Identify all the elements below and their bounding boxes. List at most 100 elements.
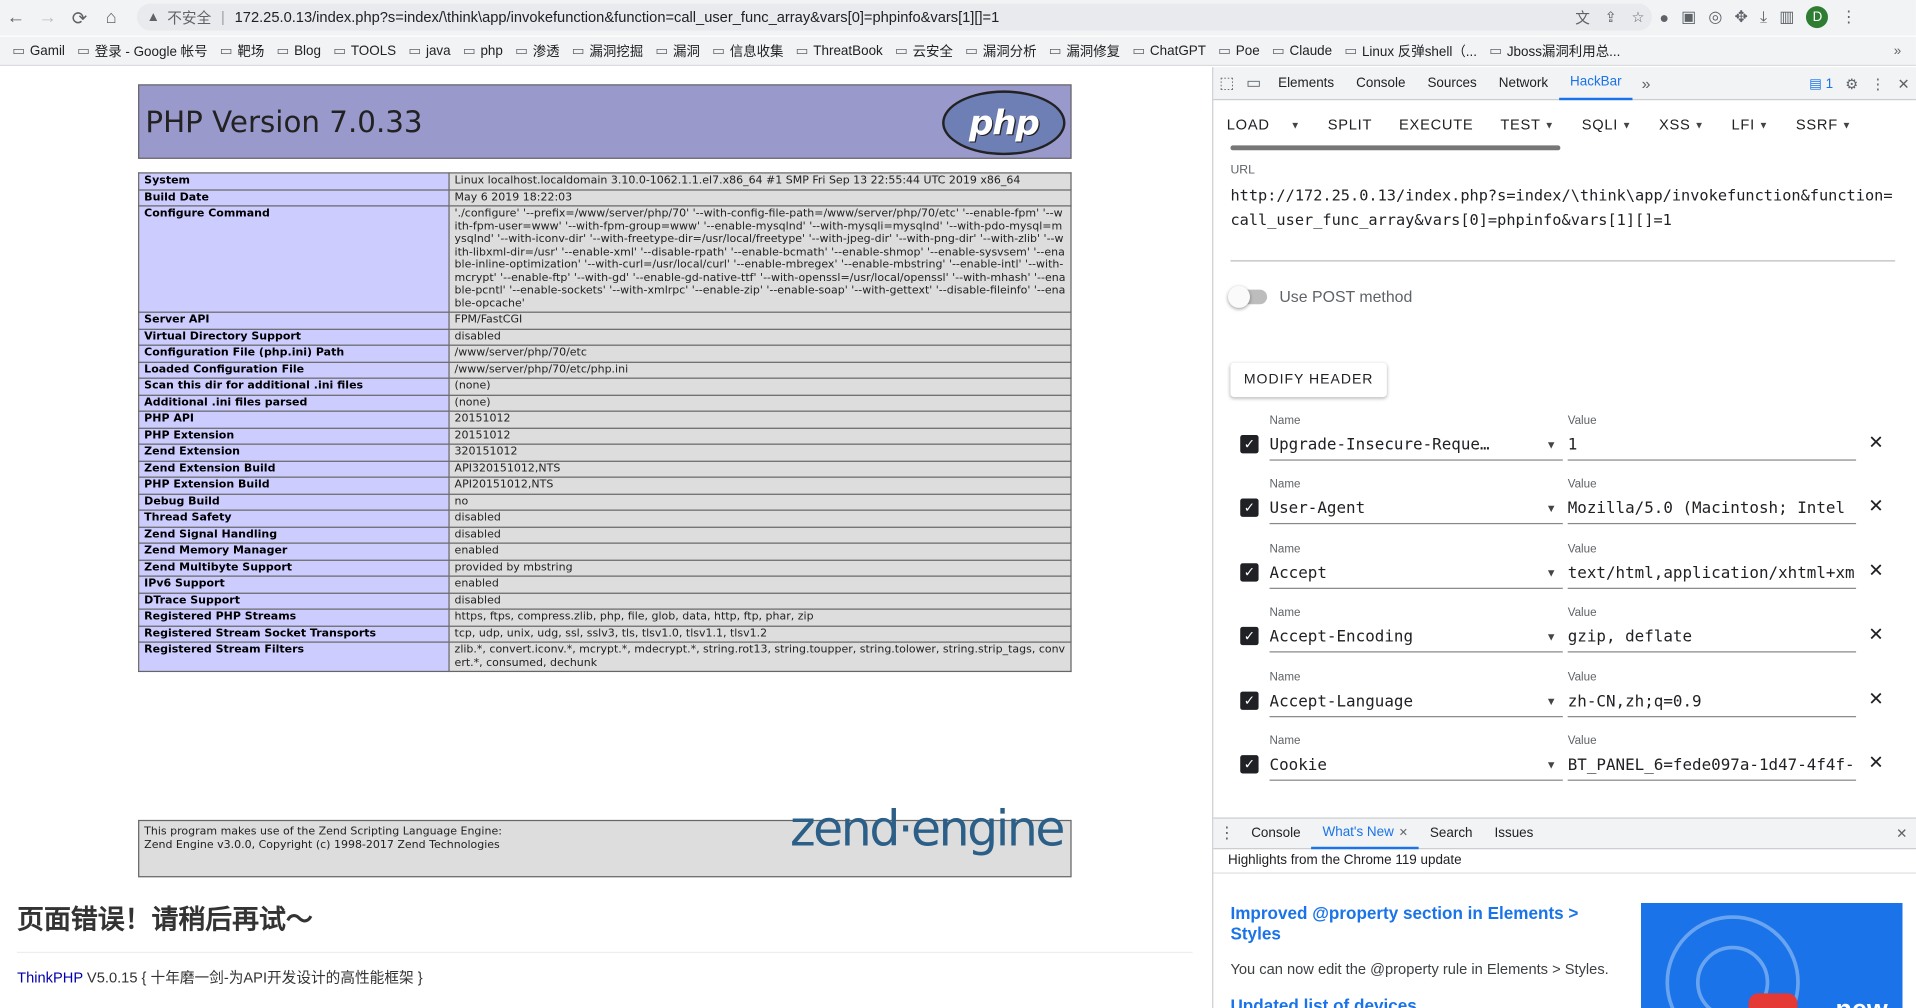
bookmark-item[interactable]: ▭ 云安全 xyxy=(895,41,953,61)
more-kebab-icon[interactable]: ⋮ xyxy=(1871,75,1886,92)
share-icon[interactable]: ⇪ xyxy=(1605,9,1617,26)
close-drawer-icon[interactable]: ✕ xyxy=(1896,825,1907,842)
caret-down-icon[interactable]: ▼ xyxy=(1622,119,1632,130)
feature-devices-link[interactable]: Updated list of devices xyxy=(1230,996,1416,1008)
header-name-dropdown-icon[interactable]: ▼ xyxy=(1546,503,1557,515)
caret-down-icon[interactable]: ▼ xyxy=(1544,119,1554,130)
drawer-tab-console[interactable]: Console xyxy=(1240,817,1311,849)
toggle-knob[interactable] xyxy=(1228,285,1251,308)
header-enabled-checkbox[interactable]: ✓ xyxy=(1240,499,1259,518)
hackbar-url-input[interactable]: http://172.25.0.13/index.php?s=index/\th… xyxy=(1230,183,1896,262)
header-name-dropdown-icon[interactable]: ▼ xyxy=(1546,631,1557,643)
header-value-input[interactable]: BT_PANEL_6=fede097a-1d47-4f4f- xyxy=(1567,751,1857,781)
hackbar-test-button[interactable]: TEST ▼ xyxy=(1487,116,1568,133)
remove-header-icon[interactable]: ✕ xyxy=(1868,431,1883,454)
bookmark-item[interactable]: ▭ Gamil xyxy=(12,43,65,58)
more-tabs-icon[interactable]: » xyxy=(1633,74,1660,92)
bookmark-item[interactable]: ▭ 靶场 xyxy=(220,41,264,61)
header-name-dropdown-icon[interactable]: ▼ xyxy=(1546,695,1557,707)
header-name-input[interactable]: Accept-Encoding xyxy=(1269,623,1563,653)
header-name-dropdown-icon[interactable]: ▼ xyxy=(1546,759,1557,771)
tab-sources[interactable]: Sources xyxy=(1416,67,1487,100)
bookmark-item[interactable]: ▭ Linux 反弹shell（... xyxy=(1344,41,1477,61)
thinkphp-link[interactable]: ThinkPHP xyxy=(17,969,83,986)
bookmark-item[interactable]: ▭ 渗透 xyxy=(515,41,559,61)
close-devtools-icon[interactable]: ✕ xyxy=(1898,75,1910,92)
header-value-input[interactable]: 1 xyxy=(1567,431,1857,461)
remove-header-icon[interactable]: ✕ xyxy=(1868,495,1883,518)
profile-avatar[interactable]: D xyxy=(1806,6,1829,29)
tab-network[interactable]: Network xyxy=(1488,67,1559,100)
back-arrow-icon[interactable]: ← xyxy=(0,2,32,34)
zend-engine-logo[interactable]: zend·engine xyxy=(790,806,1066,853)
insecure-label[interactable]: 不安全 xyxy=(167,7,211,28)
bookmark-item[interactable]: ▭ ChatGPT xyxy=(1132,43,1206,58)
header-name-input[interactable]: Accept-Language xyxy=(1269,687,1563,717)
hackbar-lfi-button[interactable]: LFI ▼ xyxy=(1718,116,1782,133)
address-url[interactable]: 172.25.0.13/index.php?s=index/\think\app… xyxy=(235,9,1000,26)
header-enabled-checkbox[interactable]: ✓ xyxy=(1240,691,1259,710)
bookmark-item[interactable]: ▭ 登录 - Google 帐号 xyxy=(77,41,207,61)
remove-header-icon[interactable]: ✕ xyxy=(1868,559,1883,582)
drawer-tab-what-s-new[interactable]: What's New ✕ xyxy=(1311,817,1419,850)
inspect-element-icon[interactable]: ⬚ xyxy=(1213,73,1240,93)
caret-down-icon[interactable]: ▼ xyxy=(1759,119,1769,130)
php-logo[interactable]: php xyxy=(942,90,1066,156)
header-enabled-checkbox[interactable]: ✓ xyxy=(1240,627,1259,646)
device-toolbar-icon[interactable]: ▭ xyxy=(1240,73,1267,93)
header-value-input[interactable]: zh-CN,zh;q=0.9 xyxy=(1567,687,1857,717)
remove-header-icon[interactable]: ✕ xyxy=(1868,623,1883,646)
download-icon[interactable]: ⤓ xyxy=(1760,7,1767,27)
sidepanel-icon[interactable]: ▥ xyxy=(1779,7,1794,27)
bookmark-item[interactable]: ▭ 漏洞 xyxy=(655,41,699,61)
tab-console[interactable]: Console xyxy=(1345,67,1416,100)
bookmark-item[interactable]: ▭ php xyxy=(463,43,503,58)
bookmark-item[interactable]: ▭ Claude xyxy=(1272,43,1332,58)
remove-header-icon[interactable]: ✕ xyxy=(1868,687,1883,710)
bookmark-item[interactable]: ▭ 漏洞修复 xyxy=(1049,41,1120,61)
feature-property-link[interactable]: Improved @property section in Elements >… xyxy=(1230,903,1597,945)
header-value-input[interactable]: Mozilla/5.0 (Macintosh; Intel xyxy=(1567,495,1857,525)
hackbar-sqli-button[interactable]: SQLI ▼ xyxy=(1568,116,1645,133)
youtube-play-icon[interactable] xyxy=(1748,993,1798,1008)
header-name-input[interactable]: User-Agent xyxy=(1269,495,1563,525)
header-name-input[interactable]: Cookie xyxy=(1269,751,1563,781)
header-name-input[interactable]: Accept xyxy=(1269,559,1563,589)
reload-icon[interactable]: ⟳ xyxy=(64,2,96,34)
address-bar[interactable]: ▲ 不安全 | 172.25.0.13/index.php?s=index/\t… xyxy=(136,3,1653,31)
hackbar-split-button[interactable]: SPLIT xyxy=(1314,116,1385,133)
bookmark-item[interactable]: ▭ java xyxy=(408,43,450,58)
whats-new-video-thumbnail[interactable]: new xyxy=(1641,902,1903,1008)
drawer-tab-search[interactable]: Search xyxy=(1419,817,1484,849)
settings-gear-icon[interactable]: ⚙ xyxy=(1845,75,1858,92)
bookmark-item[interactable]: ▭ Jboss漏洞利用总... xyxy=(1489,41,1620,61)
forward-arrow-icon[interactable]: → xyxy=(32,2,64,34)
hackbar-xss-button[interactable]: XSS ▼ xyxy=(1646,116,1719,133)
header-name-input[interactable]: Upgrade-Insecure-Reque… xyxy=(1269,431,1563,461)
header-value-input[interactable]: gzip, deflate xyxy=(1567,623,1857,653)
tab-elements[interactable]: Elements xyxy=(1267,67,1345,100)
bookmark-star-icon[interactable]: ☆ xyxy=(1632,9,1645,26)
tab-hackbar[interactable]: HackBar xyxy=(1559,67,1633,100)
hackbar-scrollbar[interactable] xyxy=(1230,145,1561,151)
drawer-tab-issues[interactable]: Issues xyxy=(1484,817,1545,849)
bookmark-item[interactable]: ▭ 信息收集 xyxy=(712,41,783,61)
bookmark-item[interactable]: ▭ 漏洞分析 xyxy=(965,41,1036,61)
post-method-toggle[interactable] xyxy=(1228,285,1268,308)
warning-icon[interactable]: ▲ xyxy=(147,10,160,25)
header-name-dropdown-icon[interactable]: ▼ xyxy=(1546,439,1557,451)
header-enabled-checkbox[interactable]: ✓ xyxy=(1240,563,1259,582)
bookmark-item[interactable]: ▭ ThreatBook xyxy=(796,43,883,58)
extension-eye-icon[interactable]: ◎ xyxy=(1708,7,1722,27)
remove-header-icon[interactable]: ✕ xyxy=(1868,751,1883,774)
hackbar-execute-button[interactable]: EXECUTE xyxy=(1386,116,1487,133)
bookmark-item[interactable]: ▭ TOOLS xyxy=(333,43,396,58)
caret-down-icon[interactable]: ▼ xyxy=(1694,119,1704,130)
extension-circle-icon[interactable]: ● xyxy=(1659,8,1669,26)
header-name-dropdown-icon[interactable]: ▼ xyxy=(1546,567,1557,579)
menu-kebab-icon[interactable]: ⋮ xyxy=(1841,7,1857,27)
bookmarks-more-icon[interactable]: » xyxy=(1894,43,1901,58)
header-value-input[interactable]: text/html,application/xhtml+xm xyxy=(1567,559,1857,589)
extensions-puzzle-icon[interactable]: ✥ xyxy=(1734,7,1747,27)
bookmark-item[interactable]: ▭ 漏洞挖掘 xyxy=(572,41,643,61)
